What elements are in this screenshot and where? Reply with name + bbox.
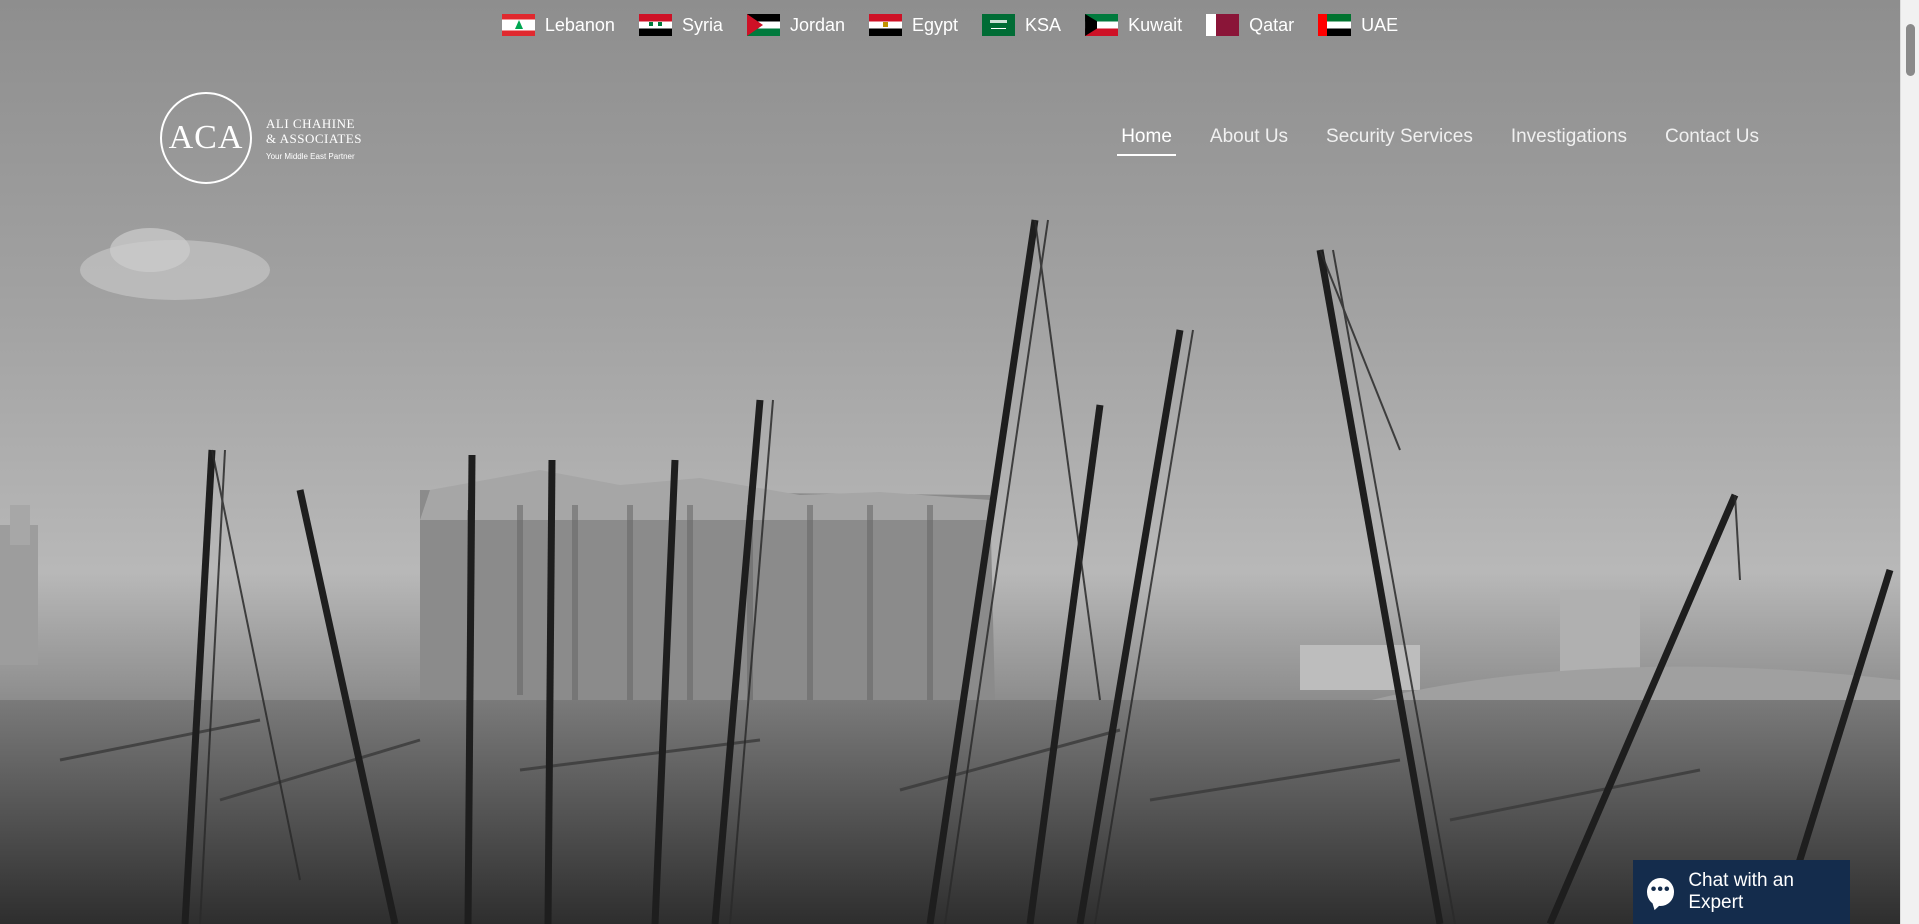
site-logo[interactable]: ACA ALI CHAHINE & ASSOCIATES Your Middle… (160, 92, 362, 184)
country-kuwait[interactable]: Kuwait (1085, 14, 1182, 36)
country-label: UAE (1361, 14, 1399, 35)
logo-tagline: Your Middle East Partner (266, 151, 355, 161)
country-selector-bar: Lebanon Syria Jordan Egypt KSA Kuwait Qa… (0, 14, 1900, 36)
logo-line-2: & ASSOCIATES (266, 130, 362, 146)
qatar-flag-icon (1206, 14, 1240, 36)
syria-flag-icon (638, 14, 672, 36)
logo-text: ALI CHAHINE & ASSOCIATES Your Middle Eas… (266, 116, 362, 161)
country-lebanon[interactable]: Lebanon (501, 14, 615, 36)
logo-mark: ACA (160, 92, 252, 184)
nav-contact-us[interactable]: Contact Us (1665, 126, 1759, 156)
kuwait-flag-icon (1085, 14, 1119, 36)
egypt-flag-icon (869, 14, 902, 36)
country-label: KSA (1025, 14, 1062, 35)
country-jordan[interactable]: Jordan (746, 14, 845, 36)
country-label: Egypt (912, 14, 959, 35)
chat-with-expert-button[interactable]: ••• Chat with an Expert (1633, 860, 1850, 924)
country-syria[interactable]: Syria (638, 14, 723, 36)
country-label: Jordan (789, 14, 845, 35)
country-label: Qatar (1249, 14, 1295, 35)
nav-investigations[interactable]: Investigations (1511, 126, 1627, 156)
country-label: Syria (681, 14, 723, 35)
lebanon-flag-icon (501, 14, 535, 36)
nav-security-services[interactable]: Security Services (1326, 126, 1473, 156)
page-scrollbar[interactable] (1900, 0, 1919, 924)
uae-flag-icon (1318, 14, 1352, 36)
chat-label: Chat with an Expert (1688, 870, 1794, 913)
country-label: Lebanon (544, 14, 615, 35)
country-uae[interactable]: UAE (1318, 14, 1398, 36)
nav-home[interactable]: Home (1117, 126, 1176, 156)
scrollbar-thumb[interactable] (1906, 24, 1915, 76)
jordan-flag-icon (746, 14, 780, 36)
country-ksa[interactable]: KSA (982, 14, 1061, 36)
chat-bubble-icon: ••• (1647, 878, 1675, 906)
country-qatar[interactable]: Qatar (1206, 14, 1294, 36)
country-egypt[interactable]: Egypt (869, 14, 958, 36)
main-nav: Home About Us Security Services Investig… (1117, 126, 1759, 156)
nav-about-us[interactable]: About Us (1210, 126, 1288, 156)
logo-line-1: ALI CHAHINE (266, 115, 355, 131)
ksa-flag-icon (982, 14, 1016, 36)
country-label: Kuwait (1128, 14, 1183, 35)
